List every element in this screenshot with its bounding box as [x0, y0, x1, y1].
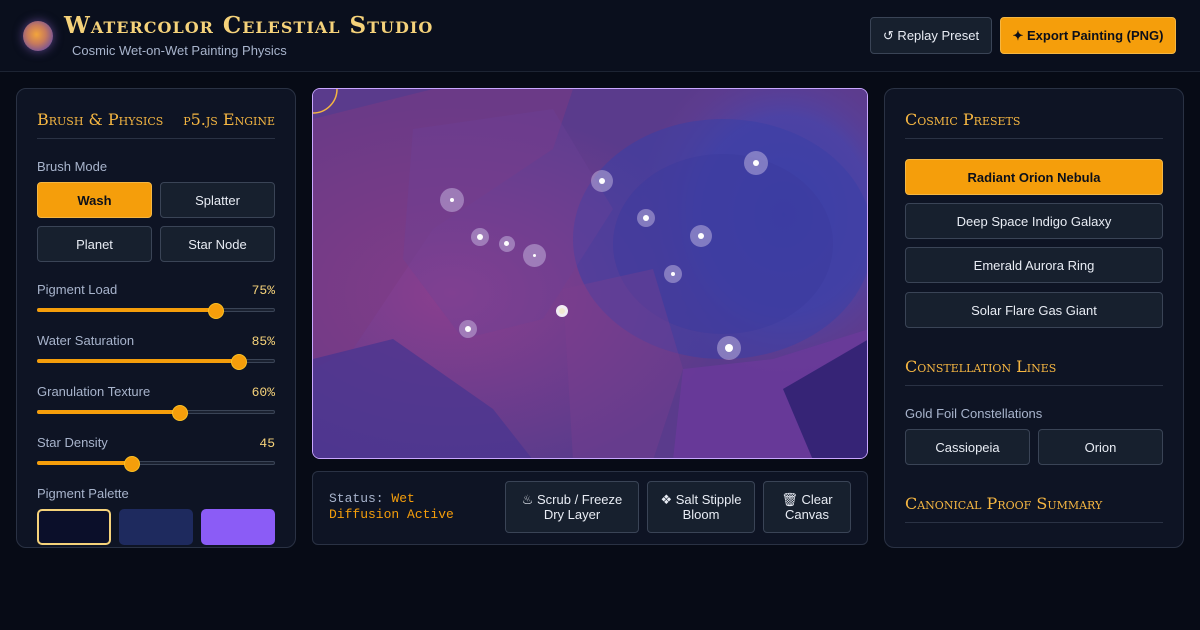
preset-solar-flare-button[interactable]: Solar Flare Gas Giant: [905, 292, 1163, 328]
star-density-slider[interactable]: [37, 456, 275, 472]
mode-splatter-button[interactable]: Splatter: [160, 182, 275, 218]
nebula-painting: [313, 89, 867, 458]
granulation-texture-label: Granulation Texture: [37, 384, 151, 399]
divider: [905, 522, 1163, 523]
status-prefix: Status:: [329, 491, 384, 506]
water-saturation-label: Water Saturation: [37, 333, 135, 348]
presets-title: Cosmic Presets: [905, 110, 1021, 129]
star-core: [753, 160, 759, 166]
star-core: [559, 308, 565, 314]
pigment-load-slider[interactable]: [37, 303, 275, 319]
water-saturation-value: 85%: [251, 334, 275, 349]
status-text: Status: Wet Diffusion Active: [329, 491, 489, 523]
star-core: [477, 234, 483, 240]
preset-deep-space-button[interactable]: Deep Space Indigo Galaxy: [905, 203, 1163, 239]
presets-panel: Cosmic Presets Radiant Orion Nebula Deep…: [884, 88, 1184, 548]
brush-physics-panel: Brush & Physics p5.js Engine Brush Mode …: [16, 88, 296, 548]
painting-canvas[interactable]: [312, 88, 868, 459]
pigment-load-value: 75%: [251, 283, 275, 298]
star-node[interactable]: [556, 305, 568, 317]
palette-swatch-indigo[interactable]: [119, 509, 193, 545]
star-core: [698, 233, 704, 239]
star-core: [450, 198, 454, 202]
panel-title: Brush & Physics: [37, 110, 164, 129]
slider-thumb[interactable]: [124, 456, 141, 472]
star-density-label: Star Density: [37, 435, 108, 450]
star-node[interactable]: [591, 170, 613, 192]
constellation-orion-button[interactable]: Orion: [1038, 429, 1163, 465]
star-node[interactable]: [637, 209, 655, 227]
proof-summary-title: Canonical Proof Summary: [905, 494, 1103, 513]
brush-mode-label: Brush Mode: [37, 159, 108, 174]
star-node[interactable]: [499, 236, 515, 252]
app-subtitle: Cosmic Wet-on-Wet Painting Physics: [72, 43, 287, 58]
slider-fill: [37, 308, 216, 312]
replay-preset-button[interactable]: ↺ Replay Preset: [870, 17, 992, 54]
palette-swatch-midnight[interactable]: [37, 509, 111, 545]
slider-thumb[interactable]: [207, 303, 224, 319]
mode-planet-button[interactable]: Planet: [37, 226, 152, 262]
app-title: Watercolor Celestial Studio: [64, 12, 434, 39]
logo-orb-icon: [23, 21, 53, 51]
slider-fill: [37, 359, 240, 363]
app-header: Watercolor Celestial Studio Cosmic Wet-o…: [0, 0, 1200, 72]
star-core: [671, 272, 675, 276]
star-density-value: 45: [259, 436, 275, 451]
star-node[interactable]: [690, 225, 712, 247]
granulation-texture-value: 60%: [251, 385, 275, 400]
palette-swatch-violet[interactable]: [201, 509, 275, 545]
status-panel: Status: Wet Diffusion Active ♨ Scrub / F…: [312, 471, 868, 545]
scrub-freeze-button[interactable]: ♨ Scrub / Freeze Dry Layer: [505, 481, 639, 533]
star-core: [504, 241, 509, 246]
mode-wash-button[interactable]: Wash: [37, 182, 152, 218]
export-painting-button[interactable]: ✦ Export Painting (PNG): [1000, 17, 1176, 54]
mode-star-node-button[interactable]: Star Node: [160, 226, 275, 262]
water-saturation-slider[interactable]: [37, 354, 275, 370]
salt-stipple-button[interactable]: ❖ Salt Stipple Bloom: [647, 481, 755, 533]
star-core: [725, 344, 733, 352]
gold-foil-label: Gold Foil Constellations: [905, 406, 1043, 421]
star-node[interactable]: [523, 244, 546, 267]
slider-fill: [37, 461, 133, 465]
star-node[interactable]: [744, 151, 768, 175]
preset-emerald-aurora-button[interactable]: Emerald Aurora Ring: [905, 247, 1163, 283]
star-core: [599, 178, 605, 184]
constellation-cassiopeia-button[interactable]: Cassiopeia: [905, 429, 1030, 465]
clear-canvas-button[interactable]: 🗑 Clear Canvas: [763, 481, 851, 533]
star-core: [533, 254, 536, 257]
star-node[interactable]: [717, 336, 741, 360]
star-core: [643, 215, 649, 221]
engine-label: p5.js Engine: [183, 110, 275, 129]
star-node[interactable]: [471, 228, 489, 246]
slider-fill: [37, 410, 180, 414]
pigment-palette-label: Pigment Palette: [37, 486, 129, 501]
slider-thumb[interactable]: [231, 354, 248, 370]
constellation-title: Constellation Lines: [905, 357, 1057, 376]
divider: [37, 138, 275, 139]
preset-radiant-orion-button[interactable]: Radiant Orion Nebula: [905, 159, 1163, 195]
star-node[interactable]: [440, 188, 464, 212]
slider-thumb[interactable]: [171, 405, 188, 421]
granulation-texture-slider[interactable]: [37, 405, 275, 421]
star-node[interactable]: [459, 320, 477, 338]
star-node[interactable]: [664, 265, 682, 283]
star-core: [465, 326, 471, 332]
divider: [905, 385, 1163, 386]
divider: [905, 138, 1163, 139]
pigment-load-label: Pigment Load: [37, 282, 118, 297]
